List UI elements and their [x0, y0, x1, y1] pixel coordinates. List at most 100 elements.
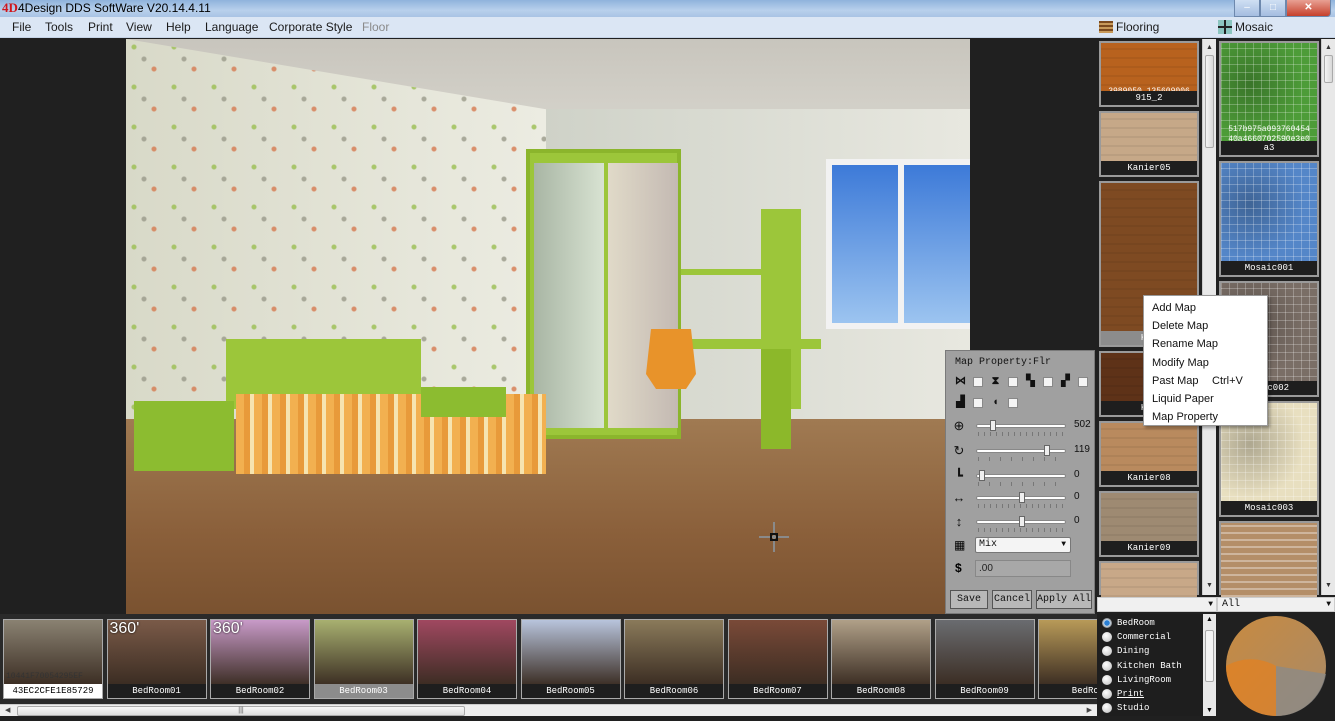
scene-thumbnail[interactable]: BedRoom08 — [831, 619, 931, 699]
flip-vertical-checkbox[interactable] — [1008, 376, 1018, 387]
save-button[interactable]: Save — [950, 590, 988, 609]
scene-thumbnail[interactable]: 360' BedRoom02 — [210, 619, 310, 699]
color-wheel-preview[interactable] — [1217, 614, 1335, 717]
scene-strip-scroll-thumb[interactable]: ||| — [17, 706, 465, 716]
radio-button-icon[interactable] — [1102, 618, 1112, 628]
radio-button-icon[interactable] — [1102, 646, 1112, 657]
menu-past-map[interactable]: Past Map Ctrl+V — [1144, 372, 1267, 390]
room-category-option[interactable]: Dining — [1102, 646, 1149, 657]
scene-thumbnail[interactable]: BedRoom04 — [417, 619, 517, 699]
zoom-slider[interactable] — [976, 420, 1066, 431]
menu-help[interactable]: Help — [166, 20, 191, 34]
rotate-slider[interactable] — [976, 445, 1066, 456]
menu-file[interactable]: File — [12, 20, 31, 34]
flip-vertical-icon: ⧗ — [991, 375, 1000, 387]
mosaic-tile[interactable] — [1219, 521, 1319, 597]
room-category-option[interactable]: Studio — [1102, 703, 1149, 714]
offset-y-slider[interactable] — [976, 516, 1066, 527]
close-button[interactable]: ✕ — [1286, 0, 1331, 17]
menu-corporate-style[interactable]: Corporate Style — [269, 20, 352, 34]
offset-x-slider-thumb[interactable] — [1019, 492, 1025, 503]
scene-thumbnail[interactable]: BedRoom09 — [934, 619, 1035, 699]
rotate-slider-thumb[interactable] — [1044, 445, 1051, 456]
room-category-option[interactable]: Print — [1102, 689, 1144, 699]
flooring-tile[interactable] — [1099, 561, 1199, 597]
scene-thumbnail[interactable]: BedRoom03 — [313, 619, 414, 699]
scene-thumbnail[interactable]: BedRoom07 — [727, 619, 828, 699]
half-tile-checkbox[interactable] — [1008, 397, 1018, 408]
tab-mosaic[interactable]: Mosaic — [1218, 20, 1273, 34]
radio-button-icon[interactable] — [1102, 689, 1112, 699]
scene-thumbnail[interactable]: 360' BedRoom01 — [106, 619, 207, 699]
flooring-tile[interactable]: Kanier08 — [1099, 421, 1199, 487]
mosaic-filter-select[interactable]: All ▼ — [1217, 597, 1335, 612]
price-input[interactable]: .00 — [975, 560, 1071, 577]
cancel-button[interactable]: Cancel — [992, 590, 1032, 609]
menu-liquid-paper[interactable]: Liquid Paper — [1144, 390, 1267, 408]
scroll-down-icon[interactable]: ▼ — [1203, 707, 1216, 714]
scene-thumbnail[interactable]: BedRoom05 — [520, 619, 621, 699]
scroll-left-icon[interactable]: ◀ — [5, 705, 10, 716]
offset-y-slider-thumb[interactable] — [1019, 516, 1025, 527]
scene-thumbnail[interactable]: 10441F70054295EF 43EC2CFE1E85729 — [3, 619, 103, 699]
flooring-tile-label: Kanier05 — [1101, 161, 1197, 175]
scroll-down-icon[interactable]: ▼ — [1203, 579, 1216, 593]
blend-mode-select[interactable]: Mix ▼ — [975, 537, 1071, 553]
menu-delete-map[interactable]: Delete Map — [1144, 317, 1267, 335]
tile-layout-b-checkbox[interactable] — [1078, 376, 1088, 387]
flooring-filter-select[interactable]: ▼ — [1097, 597, 1217, 612]
radio-button-icon[interactable] — [1102, 674, 1112, 685]
render-viewport[interactable] — [126, 39, 970, 614]
menu-print[interactable]: Print — [88, 20, 113, 34]
menu-language[interactable]: Language — [205, 20, 258, 34]
scene-thumbnail[interactable]: BedRoom06 — [624, 619, 724, 699]
menu-view[interactable]: View — [126, 20, 152, 34]
menu-add-map[interactable]: Add Map — [1144, 299, 1267, 317]
flooring-tile-label: Kanier08 — [1101, 471, 1197, 485]
menu-map-property[interactable]: Map Property — [1144, 408, 1267, 426]
scroll-up-icon[interactable]: ▲ — [1203, 616, 1216, 623]
flooring-scroll-thumb[interactable] — [1205, 55, 1214, 148]
radio-button-icon[interactable] — [1102, 660, 1112, 671]
minimize-button[interactable]: – — [1234, 0, 1260, 17]
menu-rename-map[interactable]: Rename Map — [1144, 335, 1267, 353]
scroll-down-icon[interactable]: ▼ — [1322, 579, 1335, 593]
room-category-scroll-thumb[interactable] — [1205, 630, 1214, 682]
angle-slider-thumb[interactable] — [978, 470, 985, 481]
menu-tools[interactable]: Tools — [45, 20, 73, 34]
radio-button-icon[interactable] — [1102, 703, 1112, 714]
apply-all-button[interactable]: Apply All — [1036, 590, 1092, 609]
tile-toggle-row-1: ⋈ ⧗ ▚ ▞ — [954, 375, 1088, 388]
scene-thumbnail-image — [935, 620, 1034, 686]
flooring-tile[interactable]: Kanier09 — [1099, 491, 1199, 557]
maximize-button[interactable]: □ — [1260, 0, 1286, 17]
room-category-option[interactable]: Kitchen Bath — [1102, 660, 1182, 671]
radio-button-icon[interactable] — [1102, 632, 1112, 643]
flip-horizontal-checkbox[interactable] — [973, 376, 983, 387]
rotate-tile-checkbox[interactable] — [973, 397, 983, 408]
tab-flooring[interactable]: Flooring — [1099, 20, 1159, 34]
offset-x-slider[interactable] — [976, 492, 1066, 503]
scroll-up-icon[interactable]: ▲ — [1322, 41, 1335, 55]
room-category-option[interactable]: BedRoom — [1102, 618, 1155, 628]
mosaic-scroll-thumb[interactable] — [1324, 55, 1333, 83]
room-category-scrollbar[interactable]: ▲ ▼ — [1203, 614, 1216, 716]
angle-slider[interactable] — [976, 470, 1066, 481]
menu-modify-map[interactable]: Modify Map — [1144, 354, 1267, 372]
zoom-slider-thumb[interactable] — [989, 420, 996, 431]
mosaic-tile[interactable]: Mosaic001 — [1219, 161, 1319, 277]
scene-desk — [681, 209, 821, 449]
tab-flooring-label: Flooring — [1116, 20, 1160, 34]
room-category-option[interactable]: LivingRoom — [1102, 674, 1171, 685]
tile-layout-a-checkbox[interactable] — [1043, 376, 1053, 387]
scene-strip-scrollbar[interactable]: ◀ ||| ▶ — [0, 704, 1097, 716]
mosaic-tile[interactable]: 517b975a093760454 40a4660702590e3e0 a3 — [1219, 41, 1319, 157]
scroll-right-icon[interactable]: ▶ — [1087, 705, 1092, 716]
mosaic-scrollbar[interactable]: ▲ ▼ — [1321, 39, 1335, 595]
flooring-tile[interactable]: 3989050_135609006 915_2 — [1099, 41, 1199, 107]
flooring-tile[interactable]: Kanier05 — [1099, 111, 1199, 177]
room-category-option[interactable]: Commercial — [1102, 632, 1171, 643]
scroll-up-icon[interactable]: ▲ — [1203, 41, 1216, 55]
angle-slider-row: ┗ 0 — [952, 469, 1092, 491]
panorama-360-badge: 360' — [213, 620, 243, 637]
